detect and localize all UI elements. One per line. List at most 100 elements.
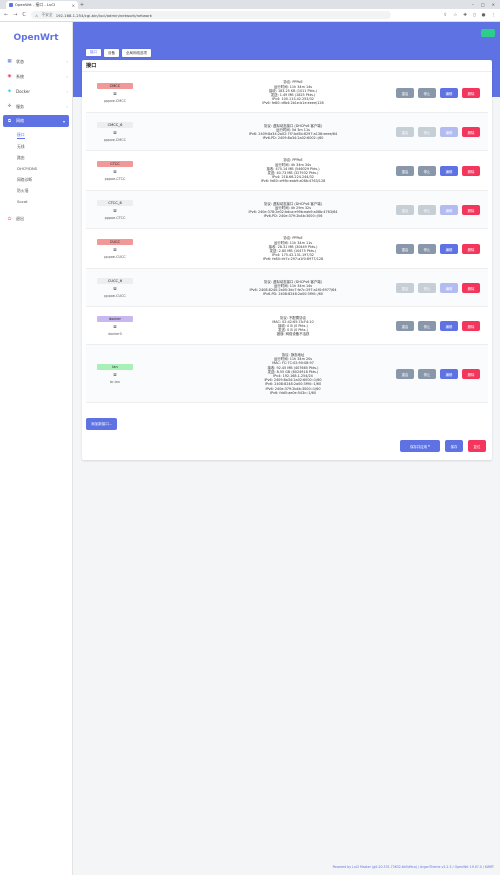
restart-button[interactable]: 重启 <box>396 88 414 98</box>
extensions-icon[interactable]: ✚ <box>463 13 467 18</box>
submenu-item-wireless[interactable]: 无线 <box>0 141 72 152</box>
browser-tabbar: OpenWrt - 接口 - LuCI × + – □ × <box>0 0 500 9</box>
sidebar-item-network[interactable]: ⧉ 网络 ▾ <box>3 115 69 127</box>
delete-button[interactable]: 删除 <box>462 205 480 215</box>
edit-button[interactable]: 编辑 <box>440 166 458 176</box>
tab-global-options[interactable]: 全局网络选项 <box>122 49 151 57</box>
sidebar-item-docker[interactable]: ◈ Docker › <box>0 84 72 99</box>
close-tab-icon[interactable]: × <box>72 3 75 8</box>
sidebar-item-label: 退出 <box>16 215 24 221</box>
submenu-item-dhcp-dns[interactable]: DHCP/DNS <box>0 163 72 174</box>
restart-button[interactable]: 重启 <box>396 369 414 379</box>
dashboard-icon: ▦ <box>7 59 12 64</box>
interface-identity: docker ⧈ docker0 <box>95 316 135 336</box>
save-apply-label: 保存并应用 <box>410 444 428 449</box>
delete-button[interactable]: 删除 <box>462 166 480 176</box>
reload-icon[interactable]: C <box>22 12 26 18</box>
restart-button[interactable]: 重启 <box>396 244 414 254</box>
delete-button[interactable]: 删除 <box>462 127 480 137</box>
submenu-item-firewall[interactable]: 防火墙 <box>0 185 72 196</box>
sidepanel-icon[interactable]: ▯ <box>473 13 475 18</box>
reset-button[interactable]: 复位 <box>468 440 486 452</box>
ethernet-port-icon: ⧈ <box>113 130 117 136</box>
submenu-item-interfaces[interactable]: 接口 <box>0 130 72 141</box>
minimize-icon[interactable]: – <box>472 2 474 7</box>
interface-name-badge: CUCC_6 <box>97 278 133 284</box>
restart-button[interactable]: 重启 <box>396 321 414 331</box>
forward-icon[interactable]: → <box>13 12 17 18</box>
chevron-right-icon: › <box>66 89 68 94</box>
edit-button[interactable]: 编辑 <box>440 321 458 331</box>
stop-button[interactable]: 停止 <box>418 205 436 215</box>
edit-button[interactable]: 编辑 <box>440 244 458 254</box>
header-button[interactable] <box>481 29 495 37</box>
interface-identity: CTCC ⧈ pppoe-CTCC <box>95 161 135 181</box>
restart-button[interactable]: 重启 <box>396 283 414 293</box>
interface-actions: 重启 停止 编辑 删除 <box>396 127 480 137</box>
new-tab-button[interactable]: + <box>78 1 86 9</box>
edit-button[interactable]: 编辑 <box>440 88 458 98</box>
tab-interfaces[interactable]: 接口 <box>86 49 101 57</box>
sidebar-item-status[interactable]: ▦ 状态 › <box>0 54 72 69</box>
interface-identity: lan ⧈ br-lan <box>95 364 135 384</box>
delete-button[interactable]: 删除 <box>462 244 480 254</box>
add-interface-button[interactable]: 添加新接口... <box>86 418 118 430</box>
edit-button[interactable]: 编辑 <box>440 369 458 379</box>
edit-button[interactable]: 编辑 <box>440 283 458 293</box>
chevron-right-icon: › <box>66 104 68 109</box>
maximize-icon[interactable]: □ <box>481 2 485 7</box>
status-line: IPv6-PD: 2409:8a34:2a02:6002::/60 <box>262 136 324 141</box>
stop-button[interactable]: 停止 <box>418 88 436 98</box>
restart-button[interactable]: 重启 <box>396 166 414 176</box>
delete-button[interactable]: 删除 <box>462 321 480 331</box>
delete-button[interactable]: 删除 <box>462 369 480 379</box>
interface-identity: CMCC ⧈ pppoe-CMCC <box>95 83 135 103</box>
status-line: 错误: 网络设备不活跃 <box>276 332 310 337</box>
tab-devices[interactable]: 设备 <box>104 49 119 57</box>
stop-button[interactable]: 停止 <box>418 127 436 137</box>
browser-tab[interactable]: OpenWrt - 接口 - LuCI × <box>6 1 78 9</box>
interface-row: docker ⧈ docker0 协议: 不配置协议 MAC: 02:42:65:7A:… <box>86 307 488 345</box>
interface-device: pppoe-CMCC <box>104 138 126 142</box>
close-window-icon[interactable]: × <box>492 2 495 7</box>
save-button[interactable]: 保存 <box>445 440 463 452</box>
stop-button[interactable]: 停止 <box>418 321 436 331</box>
submenu-item-routes[interactable]: 路由 <box>0 152 72 163</box>
interface-identity: CUCC_6 ⧈ pppoe-CUCC <box>95 278 135 298</box>
interface-status: 协议: 不配置协议 MAC: 02:42:65:7A:F4:10 接收: 0 B (… <box>178 316 408 337</box>
logo[interactable]: OpenWrt <box>0 22 72 54</box>
stop-button[interactable]: 停止 <box>418 369 436 379</box>
browser-toolbar: ⇪ ☆ ✚ ▯ ● ⋮ <box>443 13 496 18</box>
stop-button[interactable]: 停止 <box>418 283 436 293</box>
interface-status: 协议: 虚拟动态接口 (DHCPv6 客户端) 运行时间: 4h 29m 32s I… <box>178 202 408 219</box>
save-apply-button[interactable]: 保存并应用 ▾ <box>400 440 440 452</box>
status-line: IPv6: fe80::fe7c:297:a1f0:6977/128 <box>262 257 324 262</box>
copyright-footer[interactable]: Powered by LuCI Master (git-20.331.73632… <box>333 865 494 869</box>
bookmark-star-icon[interactable]: ☆ <box>453 13 457 18</box>
restart-button[interactable]: 重启 <box>396 127 414 137</box>
favicon-icon <box>9 3 13 7</box>
stop-button[interactable]: 停止 <box>418 166 436 176</box>
stop-button[interactable]: 停止 <box>418 244 436 254</box>
url-field[interactable]: ⚠ 不安全 192.168.1.254/cgi-bin/luci/admin/n… <box>30 11 391 19</box>
edit-button[interactable]: 编辑 <box>440 127 458 137</box>
interface-name-badge: CMCC <box>97 83 133 89</box>
menu-icon[interactable]: ⋮ <box>492 13 497 18</box>
delete-button[interactable]: 删除 <box>462 283 480 293</box>
interface-name-badge: CTCC <box>97 161 133 167</box>
interface-actions: 重启 停止 编辑 删除 <box>396 283 480 293</box>
interface-status: 协议: 虚拟动态接口 (DHCPv6 客户端) 运行时间: 5d 3m 11s IP… <box>178 124 408 141</box>
profile-icon[interactable]: ● <box>482 13 486 18</box>
submenu-item-socat[interactable]: Socat <box>0 196 72 207</box>
back-icon[interactable]: ← <box>4 12 8 18</box>
share-icon[interactable]: ⇪ <box>443 13 447 18</box>
sidebar-item-system[interactable]: ◉ 系统 › <box>0 69 72 84</box>
restart-button[interactable]: 重启 <box>396 205 414 215</box>
edit-button[interactable]: 编辑 <box>440 205 458 215</box>
submenu-item-diagnostics[interactable]: 网络诊断 <box>0 174 72 185</box>
chevron-right-icon: › <box>66 59 68 64</box>
sidebar-item-services[interactable]: ✣ 服务 › <box>0 99 72 114</box>
delete-button[interactable]: 删除 <box>462 88 480 98</box>
sidebar-item-label: 网络 <box>16 118 24 123</box>
sidebar-item-logout[interactable]: ⏻ 退出 <box>0 211 72 226</box>
